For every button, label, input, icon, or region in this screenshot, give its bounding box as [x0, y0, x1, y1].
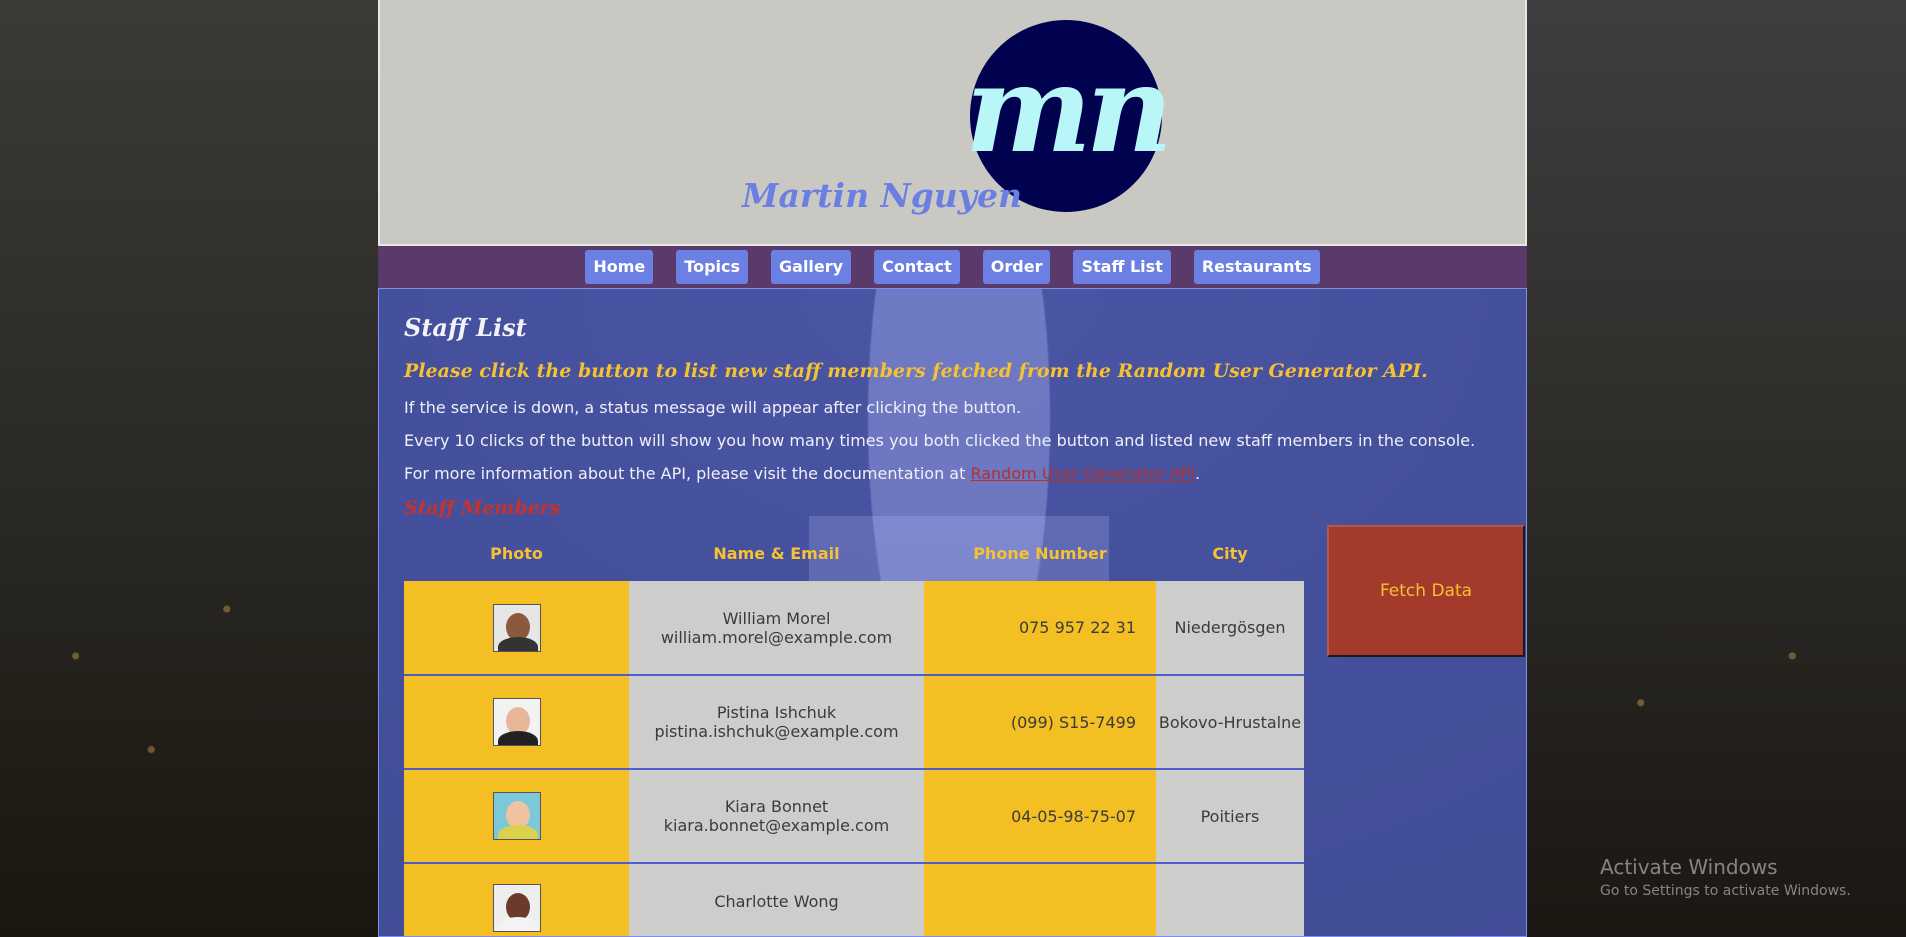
background-right: [1527, 0, 1906, 937]
photo-cell: [404, 769, 629, 864]
avatar: [492, 884, 541, 932]
info-status: If the service is down, a status message…: [404, 398, 1022, 417]
staff-city: Poitiers: [1156, 769, 1304, 864]
staff-name: Pistina Ishchuk: [716, 703, 837, 722]
name-email-cell: Charlotte Wong: [629, 863, 924, 936]
table-row: Kiara Bonnet kiara.bonnet@example.com 04…: [404, 769, 1304, 864]
windows-activation-watermark: Activate Windows Go to Settings to activ…: [1600, 855, 1851, 899]
name-email-cell: Kiara Bonnet kiara.bonnet@example.com: [629, 769, 924, 864]
activation-subtitle: Go to Settings to activate Windows.: [1600, 883, 1851, 899]
staff-email: william.morel@example.com: [660, 627, 893, 647]
staff-email: kiara.bonnet@example.com: [663, 816, 890, 835]
nav-restaurants[interactable]: Restaurants: [1193, 250, 1320, 284]
header-phone: Phone Number: [973, 543, 1107, 563]
staff-city: Niedergösgen: [1156, 581, 1304, 676]
header-name-email: Name & Email: [713, 543, 840, 563]
main-nav: Home Topics Gallery Contact Order Staff …: [378, 246, 1527, 288]
table-row: William Morel william.morel@example.com …: [404, 581, 1304, 676]
avatar: [492, 698, 541, 746]
info-api-prefix: For more information about the API, plea…: [404, 464, 971, 483]
name-email-cell: Pistina Ishchuk pistina.ishchuk@example.…: [629, 675, 924, 770]
staff-phone: (099) S15-7499: [924, 675, 1156, 770]
staff-city: Bokovo-Hrustalne: [1156, 675, 1304, 770]
table-header-row: Photo Name & Email Phone Number City: [404, 525, 1304, 581]
staff-name: William Morel: [722, 608, 831, 628]
staff-phone: 04-05-98-75-07: [924, 769, 1156, 864]
staff-name: Charlotte Wong: [714, 892, 839, 911]
site-header: mn Martin Nguyen: [378, 0, 1527, 246]
table-row: Charlotte Wong: [404, 863, 1304, 936]
nav-contact[interactable]: Contact: [874, 250, 960, 284]
info-api: For more information about the API, plea…: [404, 464, 1501, 483]
avatar: [492, 792, 541, 840]
name-email-cell: William Morel william.morel@example.com: [629, 581, 924, 676]
staff-table-area: Photo Name & Email Phone Number City Wil…: [404, 525, 1525, 936]
nav-gallery[interactable]: Gallery: [771, 250, 852, 284]
header-photo: Photo: [490, 543, 543, 563]
section-title: Staff Members: [404, 497, 561, 519]
page-wrapper: mn Martin Nguyen Home Topics Gallery Con…: [378, 0, 1527, 937]
staff-phone: 075 957 22 31: [924, 581, 1156, 676]
staff-city: [1156, 863, 1304, 936]
info-clicks: Every 10 clicks of the button will show …: [404, 431, 1476, 450]
staff-phone: [924, 863, 1156, 936]
background-left: [0, 0, 378, 937]
avatar: [492, 603, 541, 652]
photo-cell: [404, 675, 629, 770]
staff-name: Kiara Bonnet: [724, 797, 829, 816]
table-row: Pistina Ishchuk pistina.ishchuk@example.…: [404, 675, 1304, 770]
activation-title: Activate Windows: [1600, 855, 1778, 879]
main-content: Staff List Please click the button to li…: [378, 288, 1527, 937]
fetch-data-button[interactable]: Fetch Data: [1327, 525, 1525, 657]
page-title: Staff List: [404, 313, 527, 342]
nav-order[interactable]: Order: [982, 250, 1051, 284]
nav-home[interactable]: Home: [585, 250, 654, 284]
staff-email: pistina.ishchuk@example.com: [654, 722, 899, 741]
nav-topics[interactable]: Topics: [676, 250, 749, 284]
info-api-suffix: .: [1195, 464, 1201, 483]
logo-text: mn: [964, 39, 1173, 180]
header-city: City: [1212, 543, 1248, 563]
page-subtitle: Please click the button to list new staf…: [404, 360, 1428, 382]
photo-cell: [404, 863, 629, 936]
photo-cell: [404, 581, 629, 676]
staff-table: Photo Name & Email Phone Number City Wil…: [404, 525, 1304, 936]
api-docs-link[interactable]: Random User Generator API: [970, 464, 1195, 483]
site-name: Martin Nguyen: [742, 176, 1022, 215]
nav-staff-list[interactable]: Staff List: [1073, 250, 1171, 284]
